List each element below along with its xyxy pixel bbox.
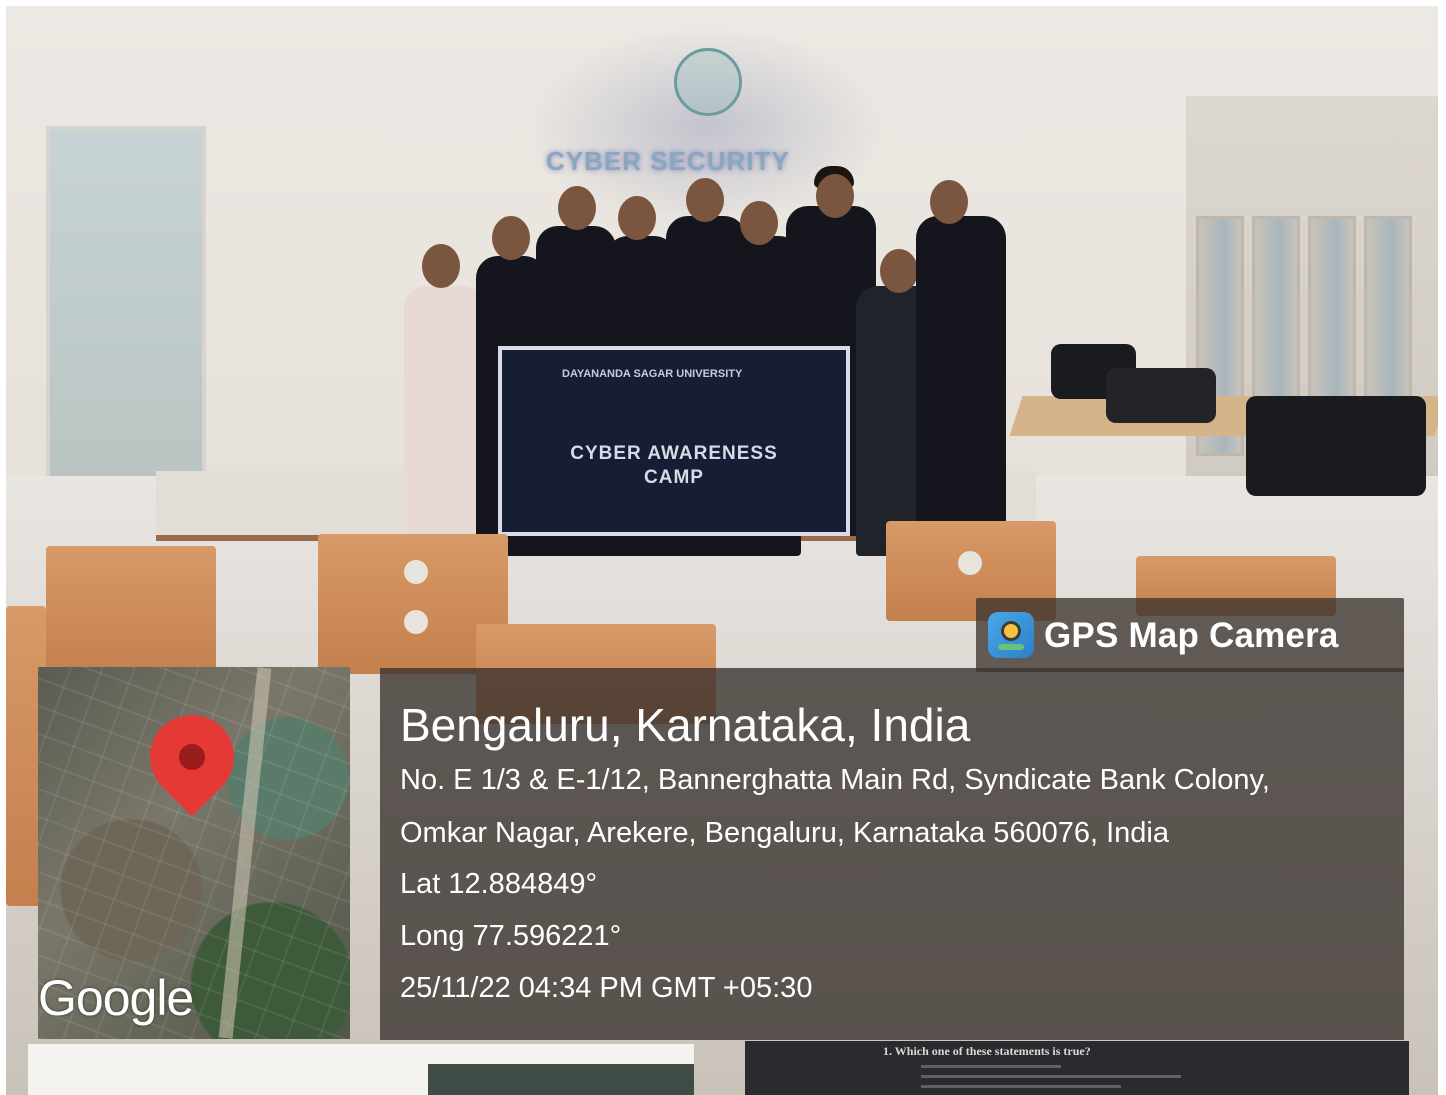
- map-base-glyph: [998, 644, 1024, 650]
- chair-hole: [404, 610, 428, 634]
- person-head: [930, 180, 968, 224]
- person: [916, 216, 1006, 526]
- backpack: [1106, 368, 1216, 423]
- person-head: [422, 244, 460, 288]
- map-thumbnail: Google: [38, 667, 350, 1039]
- person: [404, 286, 484, 536]
- person-head: [558, 186, 596, 230]
- map-road: [218, 667, 272, 1039]
- glass-door: [46, 126, 206, 486]
- location-title: Bengaluru, Karnataka, India: [400, 699, 971, 751]
- gps-map-camera-badge: GPS Map Camera: [976, 598, 1404, 672]
- longitude: Long 77.596221°: [400, 920, 622, 952]
- person-head: [492, 216, 530, 260]
- club-logo: [674, 48, 742, 116]
- banner-title-line1: CYBER AWARENESS: [570, 443, 778, 464]
- chair: [46, 546, 216, 676]
- person-head: [618, 196, 656, 240]
- banner-heading: DAYANANDA SAGAR UNIVERSITY: [562, 368, 743, 380]
- chair-hole: [404, 560, 428, 584]
- timestamp: 25/11/22 04:34 PM GMT +05:30: [400, 972, 813, 1004]
- person-head: [686, 178, 724, 222]
- slide-text-line: [921, 1075, 1181, 1078]
- google-attribution: Google: [38, 970, 194, 1026]
- next-photo-right: 1. Which one of these statements is true…: [745, 1041, 1409, 1095]
- next-photo-left: [28, 1044, 694, 1095]
- slide-question: 1. Which one of these statements is true…: [883, 1044, 1091, 1058]
- gps-app-label: GPS Map Camera: [1044, 616, 1339, 655]
- person-head: [740, 201, 778, 245]
- banner-title: CYBER AWARENESS CAMP: [502, 442, 846, 490]
- projection-title: CYBER SECURITY: [546, 146, 790, 176]
- person-head: [880, 249, 918, 293]
- address-line-2: Omkar Nagar, Arekere, Bengaluru, Karnata…: [400, 817, 1169, 849]
- slide-text-line: [921, 1065, 1061, 1068]
- map-pin-center: [179, 744, 205, 770]
- address-line-1: No. E 1/3 & E-1/12, Bannerghatta Main Rd…: [400, 764, 1270, 796]
- bag: [1246, 396, 1426, 496]
- slide-text-line: [921, 1085, 1121, 1088]
- pin-glyph: [1001, 621, 1021, 641]
- person-head: [816, 174, 854, 218]
- location-info-panel: Bengaluru, Karnataka, India No. E 1/3 & …: [380, 668, 1404, 1040]
- map-camera-icon: [988, 612, 1034, 658]
- latitude: Lat 12.884849°: [400, 868, 598, 900]
- board: [428, 1064, 694, 1095]
- banner-title-line2: CAMP: [644, 467, 704, 488]
- event-banner: DAYANANDA SAGAR UNIVERSITY CYBER AWARENE…: [498, 346, 850, 536]
- chair-hole: [958, 551, 982, 575]
